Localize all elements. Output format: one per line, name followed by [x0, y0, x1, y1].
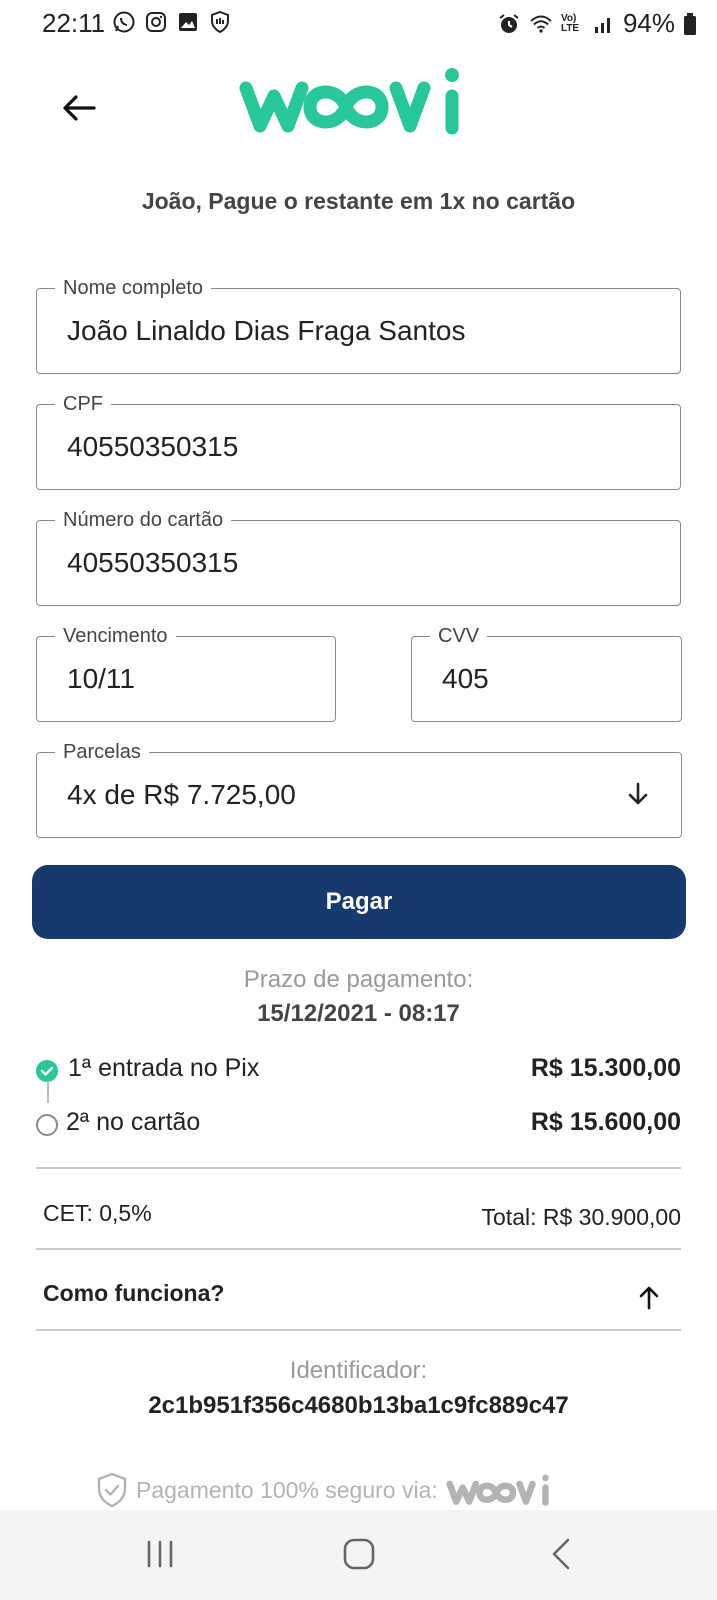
- full-name-label: Nome completo: [55, 275, 212, 301]
- installments-label: Parcelas: [55, 739, 149, 765]
- secure-payment-footer: Pagamento 100% seguro via:: [96, 1472, 552, 1508]
- step-card-payment: 2ª no cartão R$ 15.600,00: [36, 1108, 681, 1140]
- woovi-logo: [238, 66, 466, 136]
- card-number-field[interactable]: Número do cartão 40550350315: [36, 507, 681, 606]
- back-nav-icon[interactable]: [540, 1532, 584, 1576]
- expiry-field[interactable]: Vencimento 10/11: [36, 623, 336, 722]
- divider: [36, 1248, 681, 1250]
- recent-apps-icon[interactable]: [138, 1532, 182, 1576]
- instagram-icon: [146, 12, 166, 32]
- arrow-left-icon: [63, 95, 96, 121]
- cpf-label: CPF: [55, 391, 111, 417]
- expiry-label: Vencimento: [55, 623, 176, 649]
- installments-value: 4x de R$ 7.725,00: [67, 779, 296, 810]
- battery-icon: [684, 12, 696, 35]
- total-text: Total: R$ 30.900,00: [481, 1204, 681, 1230]
- step-connector: [47, 1081, 49, 1103]
- cpf-value: 40550350315: [67, 431, 239, 462]
- card-number-label: Número do cartão: [55, 507, 232, 533]
- wifi-icon: [530, 15, 552, 33]
- full-name-value: João Linaldo Dias Fraga Santos: [67, 315, 466, 346]
- identifier-label: Identificador:: [289, 1357, 428, 1384]
- status-bar: 22:11 Vo) LTE 94%: [0, 0, 717, 48]
- arrow-down-icon: [628, 782, 648, 805]
- step-amount: R$ 15.600,00: [530, 1108, 681, 1136]
- status-time: 22:11: [42, 8, 106, 38]
- arrow-up-icon[interactable]: [637, 1284, 661, 1310]
- signal-icon: [594, 17, 610, 33]
- how-it-works-toggle[interactable]: Como funciona?: [43, 1280, 224, 1307]
- card-number-value: 40550350315: [67, 547, 239, 578]
- check-circle-icon: [36, 1060, 58, 1082]
- alarm-icon: [499, 13, 519, 33]
- status-icons-left: [112, 10, 232, 34]
- expiry-value: 10/11: [67, 663, 135, 694]
- step-label: 1ª entrada no Pix: [68, 1054, 260, 1082]
- step-label: 2ª no cartão: [66, 1108, 201, 1136]
- shield-hand-icon: [211, 10, 229, 34]
- pay-button[interactable]: Pagar: [32, 865, 686, 939]
- installments-select[interactable]: Parcelas 4x de R$ 7.725,00: [36, 739, 682, 838]
- back-button[interactable]: [58, 86, 102, 130]
- shield-check-icon: [97, 1472, 127, 1508]
- deadline-value: 15/12/2021 - 08:17: [257, 1000, 460, 1027]
- woovi-small-logo: [446, 1474, 549, 1506]
- volte-icon: Vo) LTE: [560, 12, 580, 34]
- home-icon[interactable]: [337, 1532, 381, 1576]
- status-icons-right: Vo) LTE 94%: [497, 8, 697, 39]
- page-title: João, Pague o restante em 1x no cartão: [141, 188, 576, 214]
- woovi-logo-icon: [239, 68, 459, 135]
- system-navigation-bar: [0, 1510, 717, 1600]
- divider: [36, 1167, 681, 1169]
- cvv-value: 405: [442, 663, 489, 694]
- cpf-field[interactable]: CPF 40550350315: [36, 391, 681, 490]
- empty-circle-icon: [36, 1114, 58, 1136]
- secure-text: Pagamento 100% seguro via:: [136, 1476, 438, 1503]
- step-amount: R$ 15.300,00: [530, 1054, 681, 1082]
- whatsapp-icon: [113, 11, 135, 33]
- deadline-label: Prazo de pagamento:: [243, 966, 474, 993]
- identifier-value: 2c1b951f356c4680b13ba1c9fc889c47: [148, 1392, 569, 1419]
- full-name-field[interactable]: Nome completo João Linaldo Dias Fraga Sa…: [36, 275, 681, 374]
- divider: [36, 1329, 681, 1331]
- cvv-label: CVV: [430, 623, 488, 649]
- cvv-field[interactable]: CVV 405: [411, 623, 682, 722]
- battery-percentage: 94%: [622, 8, 675, 38]
- step-pix-entry: 1ª entrada no Pix R$ 15.300,00: [36, 1054, 681, 1086]
- cet-text: CET: 0,5%: [43, 1200, 152, 1226]
- gallery-icon: [179, 13, 197, 31]
